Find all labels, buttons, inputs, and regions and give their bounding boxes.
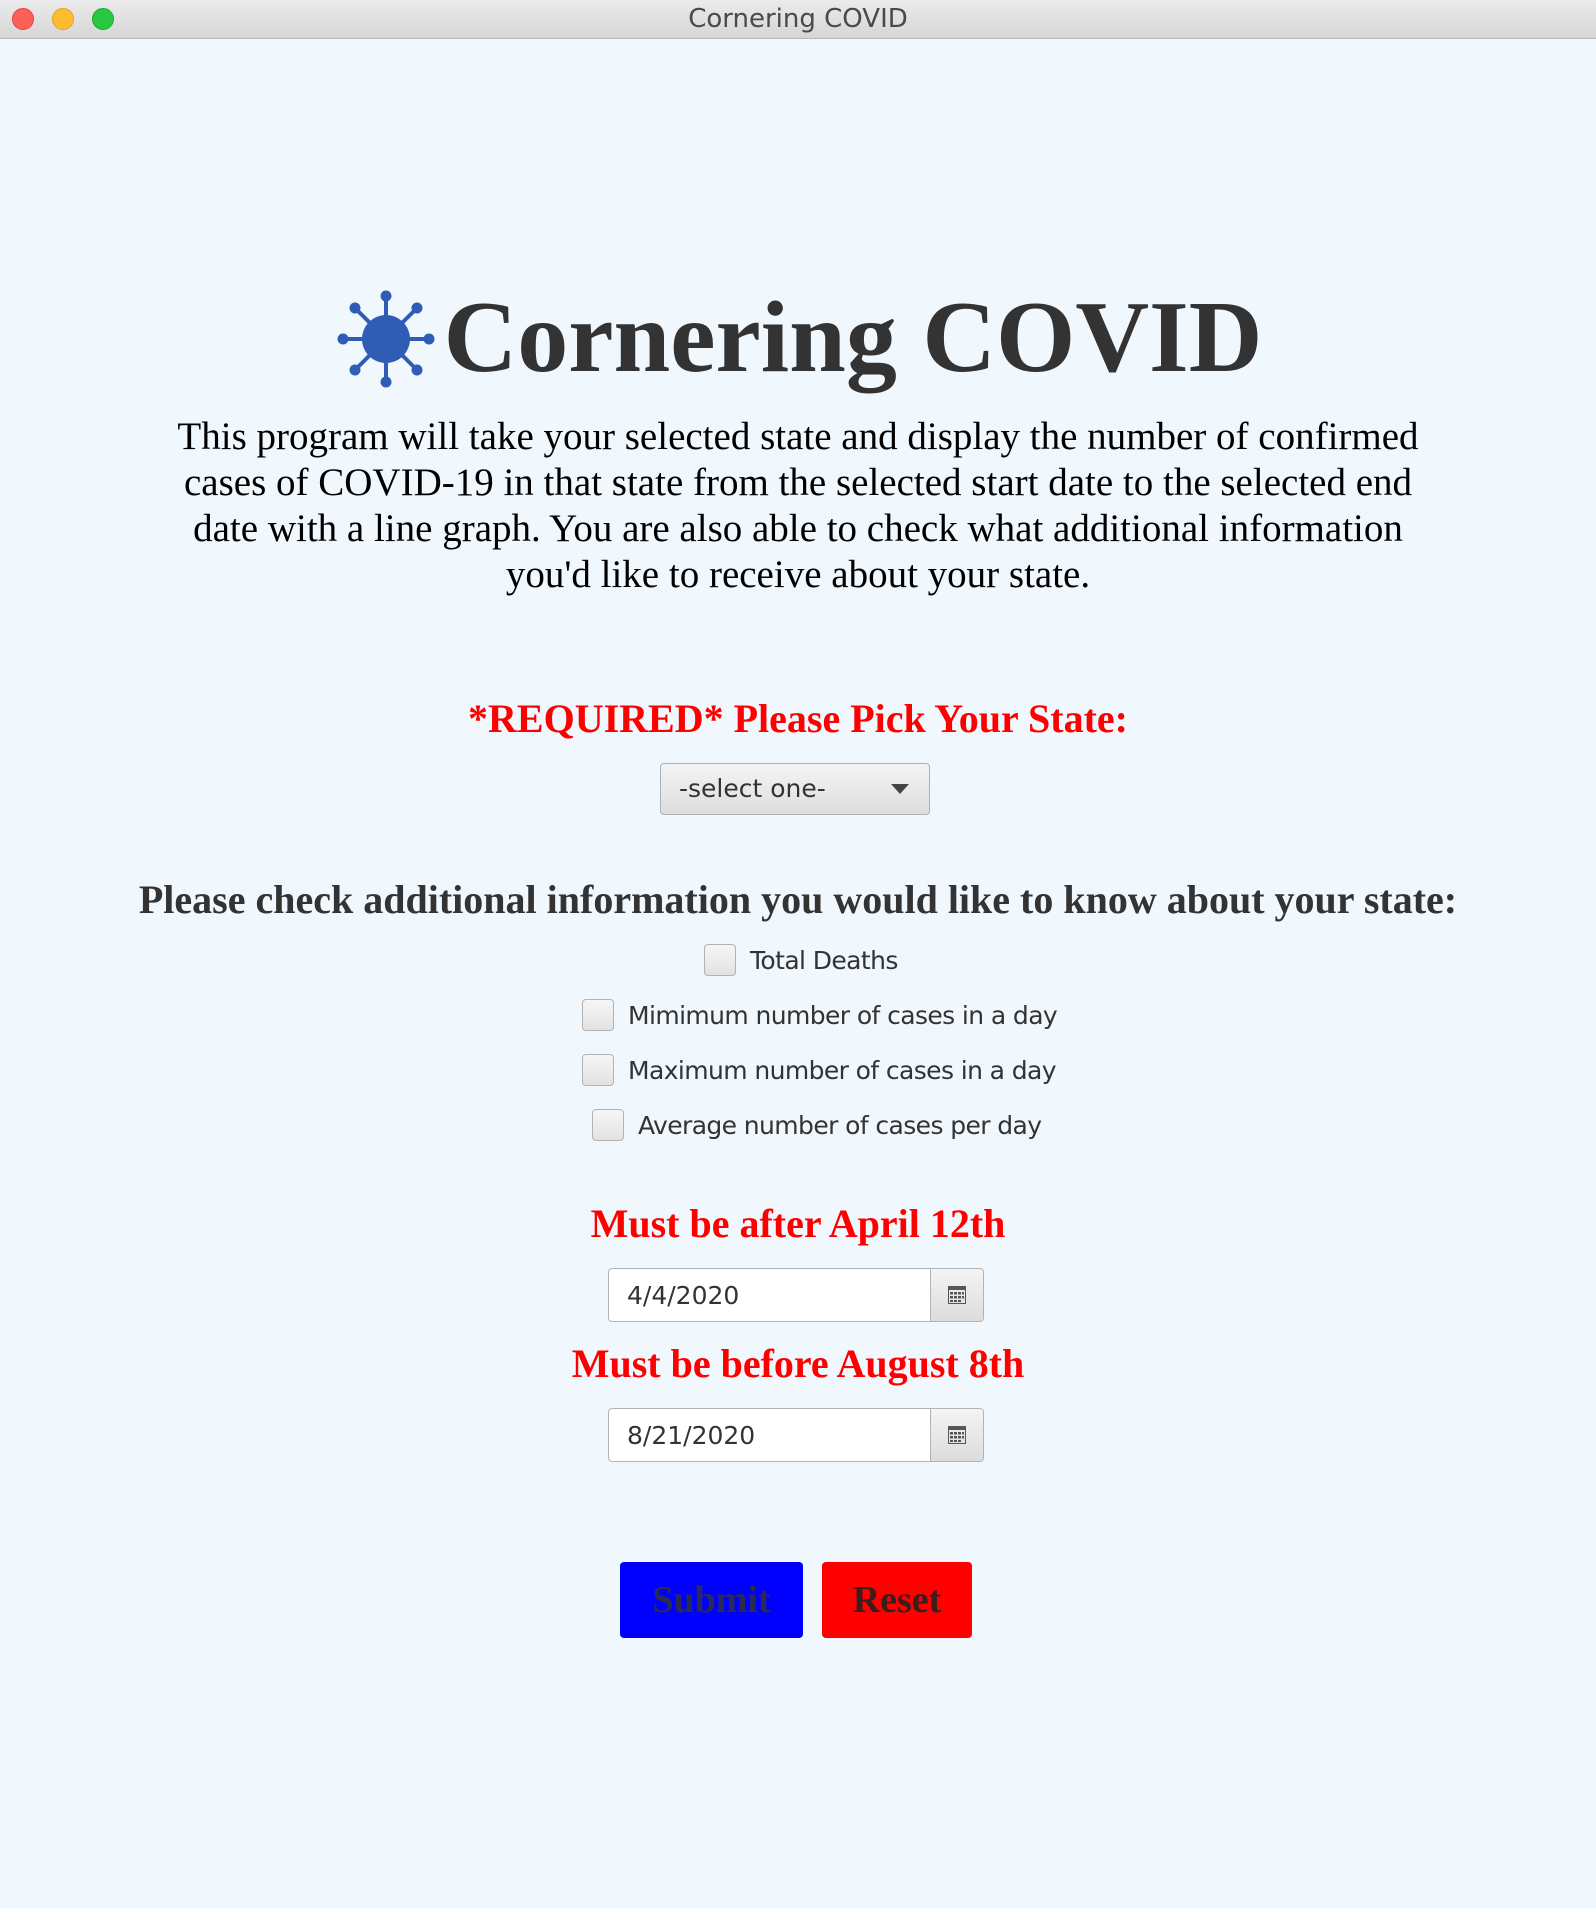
checkbox-box[interactable] <box>582 1054 614 1086</box>
start-date-picker[interactable] <box>608 1268 984 1322</box>
checkbox-box[interactable] <box>592 1109 624 1141</box>
chevron-down-icon <box>891 784 909 794</box>
checkbox-maximum-cases[interactable]: Maximum number of cases in a day <box>582 1050 1057 1090</box>
start-date-input[interactable] <box>609 1269 931 1321</box>
calendar-icon <box>948 1426 966 1444</box>
program-description: This program will take your selected sta… <box>177 415 1419 596</box>
state-required-label: *REQUIRED* Please Pick Your State: <box>468 696 1128 741</box>
state-dropdown-value: -select one- <box>679 774 826 803</box>
checkbox-label: Maximum number of cases in a day <box>628 1055 1057 1085</box>
end-date-picker[interactable] <box>608 1408 984 1462</box>
page-title: Cornering COVID <box>443 280 1263 394</box>
checkbox-total-deaths[interactable]: Total Deaths <box>704 940 898 980</box>
page-header: Cornering COVID <box>0 281 1596 394</box>
checkbox-minimum-cases[interactable]: Mimimum number of cases in a day <box>582 995 1058 1035</box>
end-date-note: Must be before August 8th <box>571 1341 1025 1386</box>
reset-button[interactable]: Reset <box>822 1562 972 1638</box>
submit-button[interactable]: Submit <box>620 1562 803 1638</box>
end-calendar-button[interactable] <box>930 1409 983 1461</box>
window-titlebar: Cornering COVID <box>0 0 1596 39</box>
checkbox-box[interactable] <box>582 999 614 1031</box>
start-date-note: Must be after April 12th <box>590 1201 1006 1246</box>
additional-info-label: Please check additional information you … <box>138 877 1458 922</box>
state-dropdown[interactable]: -select one- <box>660 763 930 815</box>
checkbox-box[interactable] <box>704 944 736 976</box>
checkbox-average-cases[interactable]: Average number of cases per day <box>592 1105 1042 1145</box>
checkbox-label: Total Deaths <box>750 945 898 975</box>
end-date-input[interactable] <box>609 1409 931 1461</box>
window-title: Cornering COVID <box>688 4 908 34</box>
checkbox-label: Average number of cases per day <box>638 1110 1042 1140</box>
calendar-icon <box>948 1286 966 1304</box>
start-calendar-button[interactable] <box>930 1269 983 1321</box>
virus-icon <box>337 290 435 388</box>
checkbox-label: Mimimum number of cases in a day <box>628 1000 1058 1030</box>
